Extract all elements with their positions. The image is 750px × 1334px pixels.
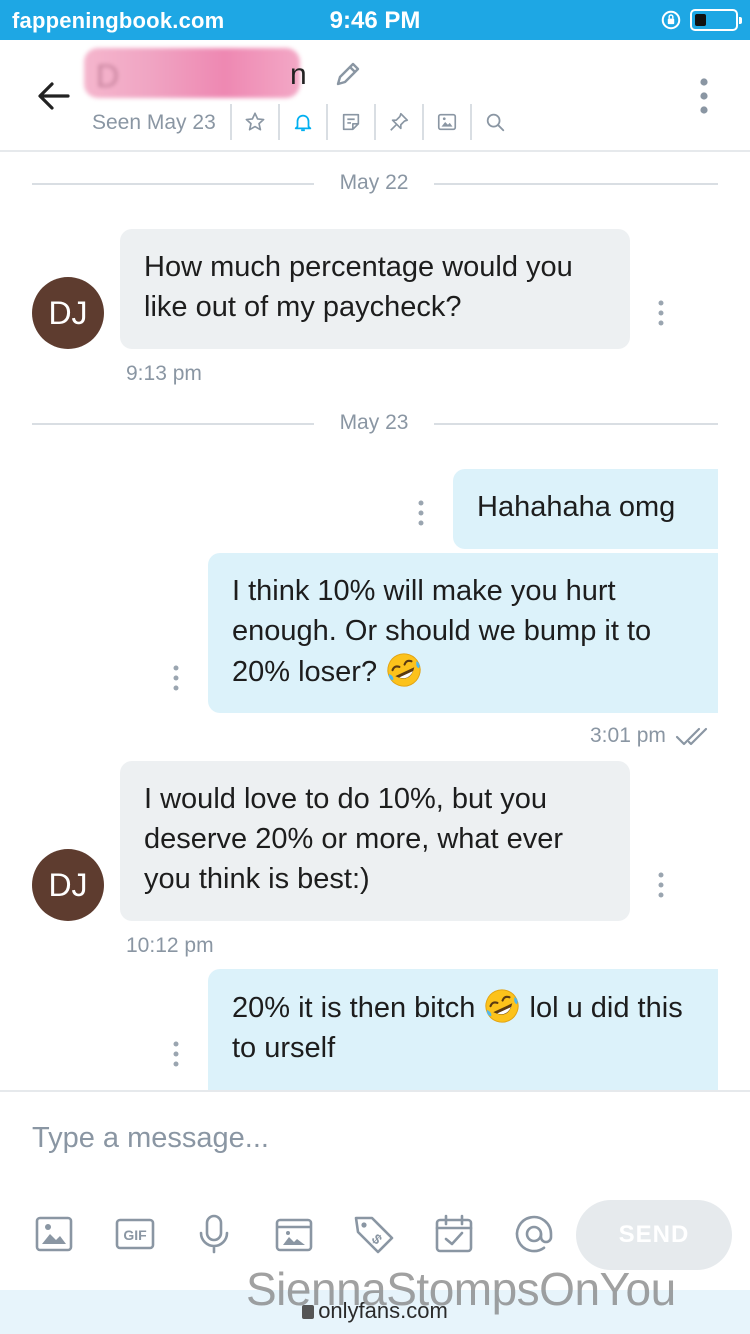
- image-icon: [437, 113, 457, 131]
- calendar-icon[interactable]: [432, 1212, 476, 1256]
- date-divider: May 22: [32, 169, 718, 199]
- pin-button[interactable]: [374, 104, 422, 140]
- status-time: 9:46 PM: [329, 7, 421, 34]
- message-options-icon[interactable]: [416, 500, 426, 526]
- message-bubble-outgoing[interactable]: 20% it is then bitch lol u did this to u…: [208, 969, 718, 1090]
- media-button[interactable]: [422, 104, 470, 140]
- pin-icon: [390, 112, 409, 131]
- battery-icon: [690, 9, 742, 31]
- avatar[interactable]: DJ: [32, 277, 104, 349]
- price-tag-icon[interactable]: $: [352, 1212, 396, 1256]
- message-input[interactable]: [32, 1118, 712, 1158]
- edit-pencil-icon[interactable]: [332, 58, 364, 90]
- date-divider: May 23: [32, 409, 718, 439]
- back-arrow-icon[interactable]: [34, 76, 74, 116]
- svg-text:GIF: GIF: [123, 1227, 147, 1243]
- avatar-initials: DJ: [48, 294, 88, 331]
- last-seen-text: Seen May 23: [92, 111, 216, 134]
- message-thread[interactable]: May 22 DJ How much percentage would you …: [0, 152, 750, 1090]
- rolling-on-floor-laughing-emoji: [387, 653, 421, 687]
- notifications-button[interactable]: [278, 104, 326, 140]
- message-options-icon[interactable]: [656, 300, 666, 326]
- contact-name-tail: n: [290, 58, 307, 91]
- search-icon: [486, 113, 505, 132]
- battery-level: [695, 14, 706, 26]
- image-icon[interactable]: [32, 1212, 76, 1256]
- message-text: How much percentage would you like out o…: [144, 251, 573, 323]
- rotation-lock-icon: [661, 10, 681, 30]
- gif-icon[interactable]: GIF: [113, 1212, 157, 1256]
- send-button[interactable]: SEND: [576, 1200, 732, 1270]
- message-text: I think 10% will make you hurt enough. O…: [232, 575, 652, 688]
- chat-header: D n Seen May 23: [0, 40, 750, 152]
- message-options-icon[interactable]: [171, 665, 181, 691]
- avatar[interactable]: DJ: [32, 849, 104, 921]
- message-text: Hahahaha omg: [477, 491, 676, 523]
- read-receipt-icon: [675, 727, 708, 746]
- message-options-icon[interactable]: [171, 1041, 181, 1067]
- contact-name-redacted[interactable]: D: [84, 48, 300, 98]
- status-bar: fappeningbook.com 9:46 PM: [0, 0, 750, 40]
- message-time: 3:01 pm: [590, 724, 666, 747]
- message-text: I would love to do 10%, but you deserve …: [144, 783, 564, 895]
- message-bubble-incoming[interactable]: I would love to do 10%, but you deserve …: [120, 761, 630, 921]
- send-label: SEND: [618, 1221, 690, 1248]
- date-label: May 23: [339, 411, 409, 434]
- overlay-watermark: SiennaStompsOnYou: [246, 1263, 676, 1315]
- date-label: May 22: [339, 171, 409, 194]
- star-button[interactable]: [230, 104, 278, 140]
- notes-button[interactable]: [326, 104, 374, 140]
- message-bubble-incoming[interactable]: How much percentage would you like out o…: [120, 229, 630, 349]
- mention-icon[interactable]: [512, 1212, 556, 1256]
- note-icon: [342, 113, 360, 131]
- message-bubble-outgoing[interactable]: I think 10% will make you hurt enough. O…: [208, 553, 718, 713]
- message-options-icon[interactable]: [656, 872, 666, 898]
- message-time: 9:13 pm: [126, 362, 202, 385]
- star-icon: [245, 112, 265, 131]
- rolling-on-floor-laughing-emoji: [485, 989, 520, 1023]
- bell-icon: [294, 114, 312, 132]
- more-menu-icon[interactable]: [690, 76, 718, 116]
- search-button[interactable]: [470, 104, 518, 140]
- message-time: 10:12 pm: [126, 934, 214, 957]
- message-bubble-outgoing[interactable]: Hahahaha omg: [453, 469, 718, 549]
- message-text-part: 20% it is then bitch: [232, 992, 476, 1024]
- vault-icon[interactable]: [272, 1212, 316, 1256]
- header-action-icons: [230, 104, 518, 140]
- avatar-initials: DJ: [48, 866, 88, 903]
- message-composer: GIF $ SEND: [0, 1090, 750, 1290]
- microphone-icon[interactable]: [192, 1212, 236, 1256]
